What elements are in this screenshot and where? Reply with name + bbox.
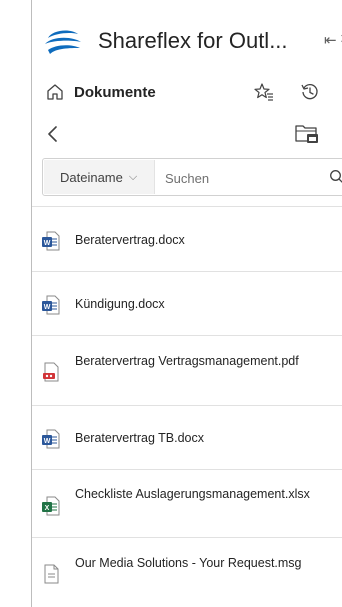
file-list-item[interactable]: Beratervertrag Vertragsmanagement.pdf xyxy=(32,336,342,406)
filter-dropdown-label: Dateiname xyxy=(60,169,123,185)
title-bar: Shareflex for Outl... ⇤ × xyxy=(32,0,342,78)
file-name: Kündigung.docx xyxy=(75,297,165,311)
search-input[interactable] xyxy=(163,160,317,196)
generic-doc-icon xyxy=(44,564,59,584)
folder-icon[interactable] xyxy=(294,122,320,144)
file-name: Beratervertrag Vertragsmanagement.pdf xyxy=(75,354,299,368)
shareflex-logo-icon xyxy=(45,30,81,54)
chevron-down-icon: ⌵ xyxy=(128,170,138,183)
file-list-item[interactable]: Our Media Solutions - Your Request.msg xyxy=(32,538,342,607)
word-doc-icon: W xyxy=(42,295,60,315)
file-list-item[interactable]: W Beratervertrag TB.docx xyxy=(32,406,342,470)
file-name: Our Media Solutions - Your Request.msg xyxy=(75,556,302,570)
search-bar: Dateiname ⌵ xyxy=(42,158,342,196)
back-chevron-icon[interactable] xyxy=(46,125,60,143)
excel-doc-icon: X xyxy=(42,496,60,516)
file-list-item[interactable]: X Checkliste Auslagerungsmanagement.xlsx xyxy=(32,470,342,538)
favorites-star-icon[interactable] xyxy=(254,82,274,102)
svg-text:W: W xyxy=(44,240,51,247)
svg-text:W: W xyxy=(44,304,51,311)
file-name: Beratervertrag TB.docx xyxy=(75,431,204,445)
search-icon[interactable] xyxy=(329,169,342,185)
svg-text:W: W xyxy=(44,438,51,445)
divider xyxy=(32,206,342,207)
word-doc-icon: W xyxy=(42,231,60,251)
addin-pane: Shareflex for Outl... ⇤ × Dokumente xyxy=(32,0,342,607)
pin-icon[interactable]: ⇤ xyxy=(324,31,337,49)
file-name: Beratervertrag.docx xyxy=(75,233,185,247)
pdf-doc-icon xyxy=(43,362,59,382)
page-title: Dokumente xyxy=(74,84,156,101)
home-icon[interactable] xyxy=(46,83,64,101)
svg-text:X: X xyxy=(45,505,50,512)
app-title: Shareflex for Outl... xyxy=(98,28,288,53)
nav-row xyxy=(32,122,342,146)
history-icon[interactable] xyxy=(300,82,320,102)
host-window-edge xyxy=(0,0,33,607)
file-list-item[interactable]: W Kündigung.docx xyxy=(32,272,342,336)
file-list-item[interactable]: W Beratervertrag.docx xyxy=(32,208,342,272)
header-row: Dokumente xyxy=(32,78,342,106)
word-doc-icon: W xyxy=(42,429,60,449)
filter-dropdown[interactable]: Dateiname ⌵ xyxy=(44,160,155,194)
file-name: Checkliste Auslagerungsmanagement.xlsx xyxy=(75,487,310,501)
